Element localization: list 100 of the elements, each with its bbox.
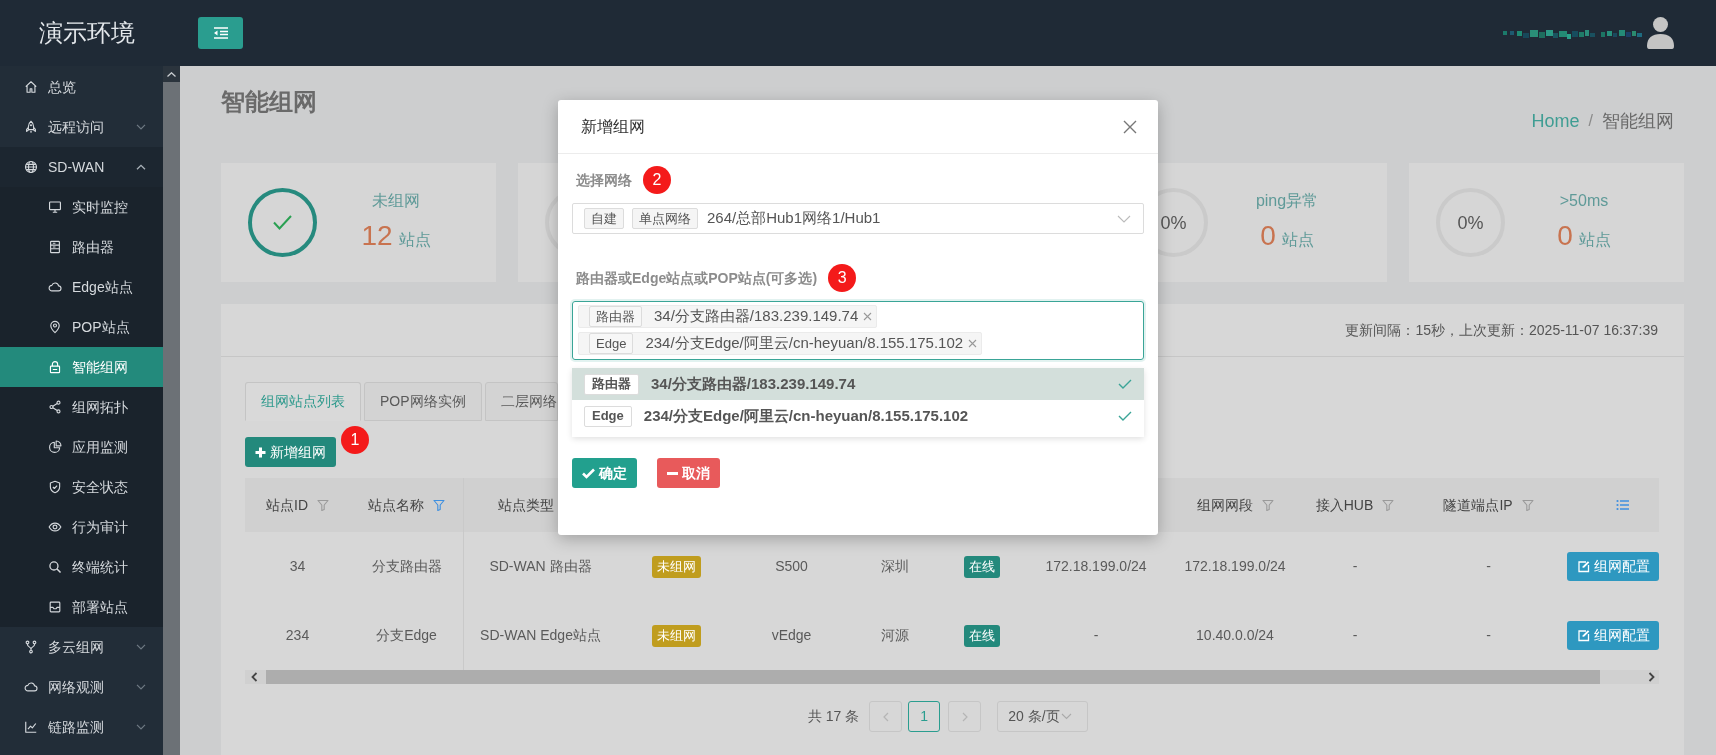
sidebar-item[interactable]: 部署站点	[0, 587, 163, 627]
table-cell-text: -	[1093, 626, 1099, 645]
check-circle-icon	[248, 188, 317, 257]
rocket-icon	[24, 120, 38, 134]
menu-toggle-button[interactable]	[198, 17, 243, 49]
cloud-icon	[24, 680, 38, 694]
percent-value: 0%	[1160, 211, 1187, 234]
category-tag: 路由器	[589, 306, 642, 327]
sidebar-item[interactable]: 链路监测	[0, 707, 163, 747]
edit-icon	[1576, 629, 1590, 642]
globe-icon	[24, 160, 38, 174]
sidebar-item[interactable]: 远程访问	[0, 107, 163, 147]
table-cell-text: 34	[289, 557, 306, 576]
total-count: 共 17 条	[807, 707, 860, 726]
sidebar-item[interactable]: 行为审计	[0, 507, 163, 547]
filter-icon[interactable]	[1261, 499, 1274, 511]
caret-left-icon[interactable]	[251, 672, 258, 682]
device-multiselect[interactable]: 路由器 34/分支路由器/183.239.149.74 Edge 234/分支Edge/阿里云/cn-heyuan/8.155.175.102	[572, 301, 1144, 360]
eye-icon	[48, 520, 62, 534]
edit-icon	[1576, 560, 1590, 573]
sidebar-item[interactable]: 实时监控	[0, 187, 163, 227]
column-header: 隧道端点IP	[1443, 495, 1513, 515]
stat-unit: 站点	[1281, 229, 1314, 250]
sidebar-item[interactable]: 智能组网	[0, 347, 163, 387]
search-icon	[48, 560, 62, 574]
table-cell-text: SD-WAN Edge站点	[480, 626, 601, 645]
pie-chart-icon	[48, 440, 62, 454]
column-header: 站点ID	[266, 495, 308, 515]
sidebar-item[interactable]: 路由器	[0, 227, 163, 267]
table-cell-text: -	[1352, 626, 1358, 645]
caret-right-icon[interactable]	[1648, 672, 1655, 682]
sidebar-item[interactable]: 应用监测	[0, 427, 163, 467]
step-marker: 1	[341, 426, 369, 454]
tab[interactable]: 二层网络	[484, 382, 558, 421]
scrollbar[interactable]	[163, 66, 180, 755]
cloud-icon	[48, 280, 62, 294]
map-pin-icon	[48, 320, 62, 334]
table-cell-text: 10.40.0.0/24	[1196, 626, 1274, 645]
filter-icon[interactable]	[1521, 499, 1534, 511]
page-size-select[interactable]: 20 条/页	[997, 701, 1089, 732]
server-icon	[48, 240, 62, 254]
status-tag: 在线	[964, 555, 1000, 578]
stat-unit: 站点	[398, 229, 431, 250]
sidebar-item[interactable]: SD-WAN	[0, 147, 163, 187]
close-icon[interactable]	[1123, 119, 1137, 134]
next-page-button[interactable]	[948, 701, 982, 732]
table-cell-text: 234	[285, 626, 310, 645]
column-header: 站点名称	[368, 495, 424, 515]
stat-unit: 站点	[1578, 229, 1611, 250]
stat-label: ping异常	[1255, 190, 1319, 211]
table-cell-text: 分支路由器	[371, 557, 442, 576]
user-avatar-icon[interactable]	[1647, 17, 1674, 49]
shield-check-icon	[48, 480, 62, 494]
filter-icon[interactable]	[317, 499, 329, 511]
column-header: 站点类型	[497, 495, 554, 515]
lock-icon	[48, 360, 62, 374]
filter-icon[interactable]	[1382, 499, 1395, 511]
breadcrumb-separator: /	[1588, 111, 1593, 131]
network-select[interactable]: 自建 单点网络 264/总部Hub1网络1/Hub1	[572, 203, 1144, 234]
add-network-button[interactable]: 新增组网	[245, 437, 336, 467]
status-tag: 在线	[964, 624, 1000, 647]
page-title: 智能组网	[221, 87, 317, 117]
line-chart-icon	[24, 720, 38, 734]
home-icon	[24, 80, 38, 94]
chevron-down-icon	[1060, 713, 1072, 720]
table-cell-text: vEdge	[771, 626, 812, 645]
step-marker: 2	[643, 166, 671, 194]
category-tag: Edge	[589, 333, 634, 354]
sidebar-item[interactable]: Edge站点	[0, 267, 163, 307]
sidebar-item[interactable]: 网络观测	[0, 667, 163, 707]
sidebar-item[interactable]: 组网拓扑	[0, 387, 163, 427]
update-info: 更新间隔：15秒，上次更新：2025-11-07 16:37:39	[1345, 320, 1658, 340]
table-cell-text: SD-WAN 路由器	[489, 557, 592, 576]
status-tag: 未组网	[651, 555, 701, 578]
remove-icon[interactable]	[863, 312, 873, 321]
remove-icon[interactable]	[968, 339, 978, 348]
previous-page-button[interactable]	[869, 701, 903, 732]
status-tag: 未组网	[651, 624, 701, 647]
table-cell-text: -	[1486, 557, 1491, 576]
step-marker: 3	[828, 264, 857, 292]
list-icon[interactable]	[1615, 499, 1629, 511]
sidebar-item[interactable]: 终端统计	[0, 547, 163, 587]
scroll-up-button[interactable]	[163, 66, 180, 82]
caret-up-icon	[167, 71, 176, 77]
filter-icon[interactable]	[433, 499, 445, 511]
tab[interactable]: POP网络实例	[364, 382, 482, 421]
dropdown-option[interactable]: Edge 234/分支Edge/阿里云/cn-heyuan/8.155.175.102	[572, 400, 1144, 432]
sidebar-item[interactable]: 多云组网	[0, 627, 163, 667]
plus-icon	[255, 446, 266, 458]
table-cell-text: 分支Edge	[376, 626, 437, 645]
table-cell-text: S500	[775, 557, 808, 576]
share-icon	[48, 400, 62, 414]
dropdown-option[interactable]: 路由器 34/分支路由器/183.239.149.74	[572, 368, 1144, 400]
chevron-left-icon	[882, 711, 889, 722]
category-tag: 自建	[584, 208, 624, 229]
sidebar-item[interactable]: 总览	[0, 67, 163, 107]
table-cell-text: 河源	[881, 626, 909, 645]
outdent-menu-icon	[213, 27, 228, 39]
sidebar-item[interactable]: 安全状态	[0, 467, 163, 507]
sidebar-item[interactable]: POP站点	[0, 307, 163, 347]
